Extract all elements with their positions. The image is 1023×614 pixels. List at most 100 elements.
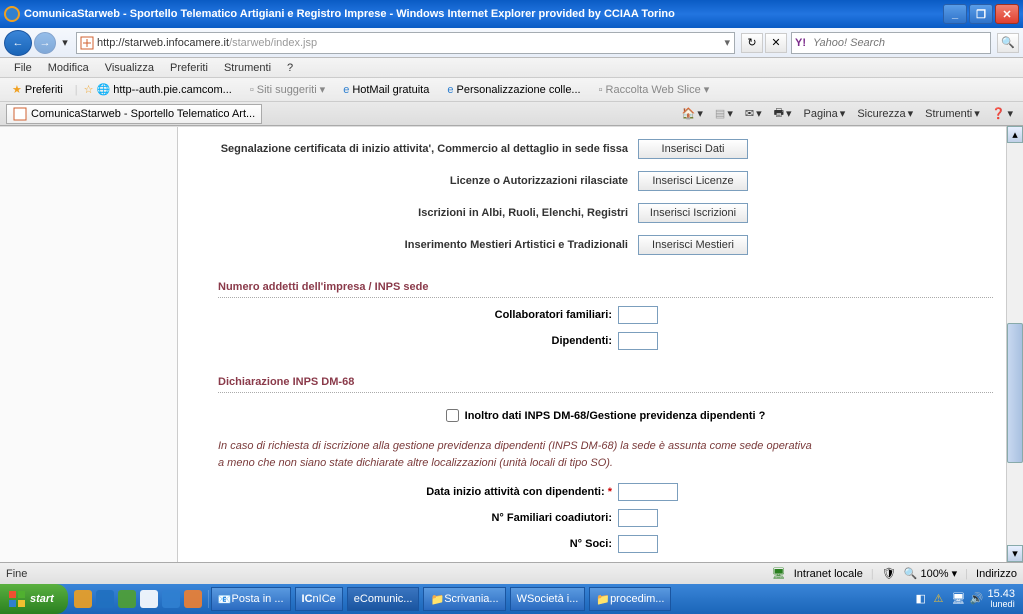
mail-icon: ✉: [745, 107, 754, 120]
home-icon: 🏠: [682, 107, 696, 120]
fav-link-2[interactable]: eHotMail gratuita: [337, 82, 435, 98]
tray-icon-2[interactable]: ⚠: [933, 592, 947, 606]
rss-icon: ▤: [715, 107, 725, 120]
scroll-up-button[interactable]: ▴: [1007, 126, 1023, 143]
ql-icon-4[interactable]: [140, 590, 158, 608]
inserisci-iscrizioni-button[interactable]: Inserisci Iscrizioni: [638, 203, 748, 223]
address-dropdown-icon[interactable]: ▾: [720, 36, 734, 49]
ql-icon-3[interactable]: [118, 590, 136, 608]
ql-icon-2[interactable]: [96, 590, 114, 608]
dipend-input[interactable]: [618, 332, 658, 350]
refresh-button[interactable]: ↻: [741, 33, 763, 53]
menu-modifica[interactable]: Modifica: [40, 60, 97, 76]
clock[interactable]: 15.43 lunedì: [987, 588, 1015, 610]
security-menu[interactable]: Sicurezza ▾: [853, 105, 917, 122]
outlook-icon: 📧: [218, 593, 232, 606]
status-bar: Fine 🖥 Intranet locale | 🛡 🔍 100% ▾ | In…: [0, 562, 1023, 584]
maximize-button[interactable]: ❐: [969, 4, 993, 24]
folder-icon: 📁: [596, 593, 610, 606]
left-panel: [0, 127, 178, 576]
minimize-button[interactable]: _: [943, 4, 967, 24]
dipend-label: Dipendenti:: [218, 335, 618, 347]
menu-file[interactable]: File: [6, 60, 40, 76]
inserisci-licenze-button[interactable]: Inserisci Licenze: [638, 171, 748, 191]
fav-link-1[interactable]: ▫Siti suggeriti▾: [244, 81, 331, 98]
star-icon: ★: [12, 83, 22, 96]
ie-icon: e: [447, 84, 453, 96]
collab-label: Collaboratori familiari:: [218, 309, 618, 321]
row-label-mestieri: Inserimento Mestieri Artistici e Tradizi…: [218, 239, 638, 251]
fav-link-4[interactable]: ▫Raccolta Web Slice▾: [593, 81, 716, 98]
dm68-checkbox[interactable]: [446, 409, 459, 422]
feeds-button[interactable]: ▤▾: [711, 105, 737, 122]
stop-button[interactable]: ✕: [765, 33, 787, 53]
home-button[interactable]: 🏠▾: [678, 105, 707, 122]
back-button[interactable]: ←: [4, 30, 32, 56]
app-icon: IC: [302, 593, 313, 605]
n-familiari-input[interactable]: [618, 509, 658, 527]
word-icon: W: [517, 593, 527, 605]
menu-help[interactable]: ?: [279, 60, 301, 76]
close-button[interactable]: ✕: [995, 4, 1019, 24]
section-dm68: Dichiarazione INPS DM-68: [218, 370, 993, 393]
page-icon: [80, 36, 94, 50]
task-posta[interactable]: 📧 Posta in ...: [211, 587, 291, 611]
page-menu[interactable]: Pagina ▾: [800, 105, 850, 122]
yahoo-icon: Y!: [792, 37, 809, 49]
tools-menu[interactable]: Strumenti ▾: [921, 105, 984, 122]
tray-icon-3[interactable]: 🖥: [951, 592, 965, 606]
tray-volume-icon[interactable]: 🔊: [969, 592, 983, 606]
ie-icon: e: [343, 84, 349, 96]
dm68-note: In caso di richiesta di iscrizione alla …: [218, 438, 993, 471]
status-text: Fine: [6, 568, 772, 580]
browser-tab[interactable]: ComunicaStarweb - Sportello Telematico A…: [6, 104, 262, 124]
n-familiari-label: N° Familiari coadiutori:: [218, 512, 618, 524]
data-inizio-input[interactable]: [618, 483, 678, 501]
help-icon: ❓: [992, 107, 1006, 120]
mail-button[interactable]: ✉▾: [741, 105, 766, 122]
inserisci-mestieri-button[interactable]: Inserisci Mestieri: [638, 235, 748, 255]
menu-preferiti[interactable]: Preferiti: [162, 60, 216, 76]
n-soci-label: N° Soci:: [218, 538, 618, 550]
task-procedim[interactable]: 📁 procedim...: [589, 587, 671, 611]
n-soci-input[interactable]: [618, 535, 658, 553]
address-bar[interactable]: http://starweb.infocamere.it/starweb/ind…: [76, 32, 735, 54]
fav-link-0[interactable]: ☆🌐http--auth.pie.camcom...: [78, 81, 238, 98]
nav-bar: ← → ▾ http://starweb.infocamere.it/starw…: [0, 28, 1023, 58]
ql-icon-1[interactable]: [74, 590, 92, 608]
folder-icon: 📁: [430, 593, 444, 606]
security-zone: Intranet locale: [794, 568, 863, 580]
row-label-segnalazione: Segnalazione certificata di inizio attiv…: [218, 143, 638, 155]
task-nice[interactable]: IC nICe: [295, 587, 343, 611]
fav-link-3[interactable]: ePersonalizzazione colle...: [441, 82, 586, 98]
ql-icon-6[interactable]: [184, 590, 202, 608]
task-societa[interactable]: W Società i...: [510, 587, 586, 611]
menu-visualizza[interactable]: Visualizza: [97, 60, 162, 76]
inserisci-dati-button[interactable]: Inserisci Dati: [638, 139, 748, 159]
search-box[interactable]: Y!: [791, 32, 991, 54]
search-input[interactable]: [809, 34, 990, 52]
scroll-thumb[interactable]: [1007, 323, 1023, 463]
zoom-level[interactable]: 🔍 100% ▾: [904, 567, 957, 580]
dm68-checkbox-label: Inoltro dati INPS DM-68/Gestione previde…: [465, 410, 766, 422]
collab-input[interactable]: [618, 306, 658, 324]
globe-icon: 🌐: [97, 83, 111, 96]
tray-icon-1[interactable]: ◧: [915, 592, 929, 606]
vertical-scrollbar[interactable]: ▴ ▾: [1006, 126, 1023, 562]
nav-history-dropdown[interactable]: ▾: [58, 33, 72, 53]
quick-launch: [68, 590, 209, 608]
data-inizio-label: Data inizio attività con dipendenti: *: [218, 486, 618, 498]
task-scrivania[interactable]: 📁 Scrivania...: [423, 587, 505, 611]
print-button[interactable]: 🖶▾: [770, 102, 796, 125]
ql-icon-5[interactable]: [162, 590, 180, 608]
start-button[interactable]: start: [0, 584, 68, 614]
scroll-down-button[interactable]: ▾: [1007, 545, 1023, 562]
forward-button[interactable]: →: [34, 32, 56, 54]
page-icon: ▫: [599, 84, 603, 96]
help-button[interactable]: ❓▾: [988, 105, 1017, 122]
task-comunic[interactable]: e Comunic...: [347, 587, 420, 611]
favorites-button[interactable]: ★Preferiti: [6, 81, 69, 98]
menu-strumenti[interactable]: Strumenti: [216, 60, 279, 76]
search-button[interactable]: 🔍: [997, 33, 1019, 53]
favorites-bar: ★Preferiti | ☆🌐http--auth.pie.camcom... …: [0, 78, 1023, 102]
